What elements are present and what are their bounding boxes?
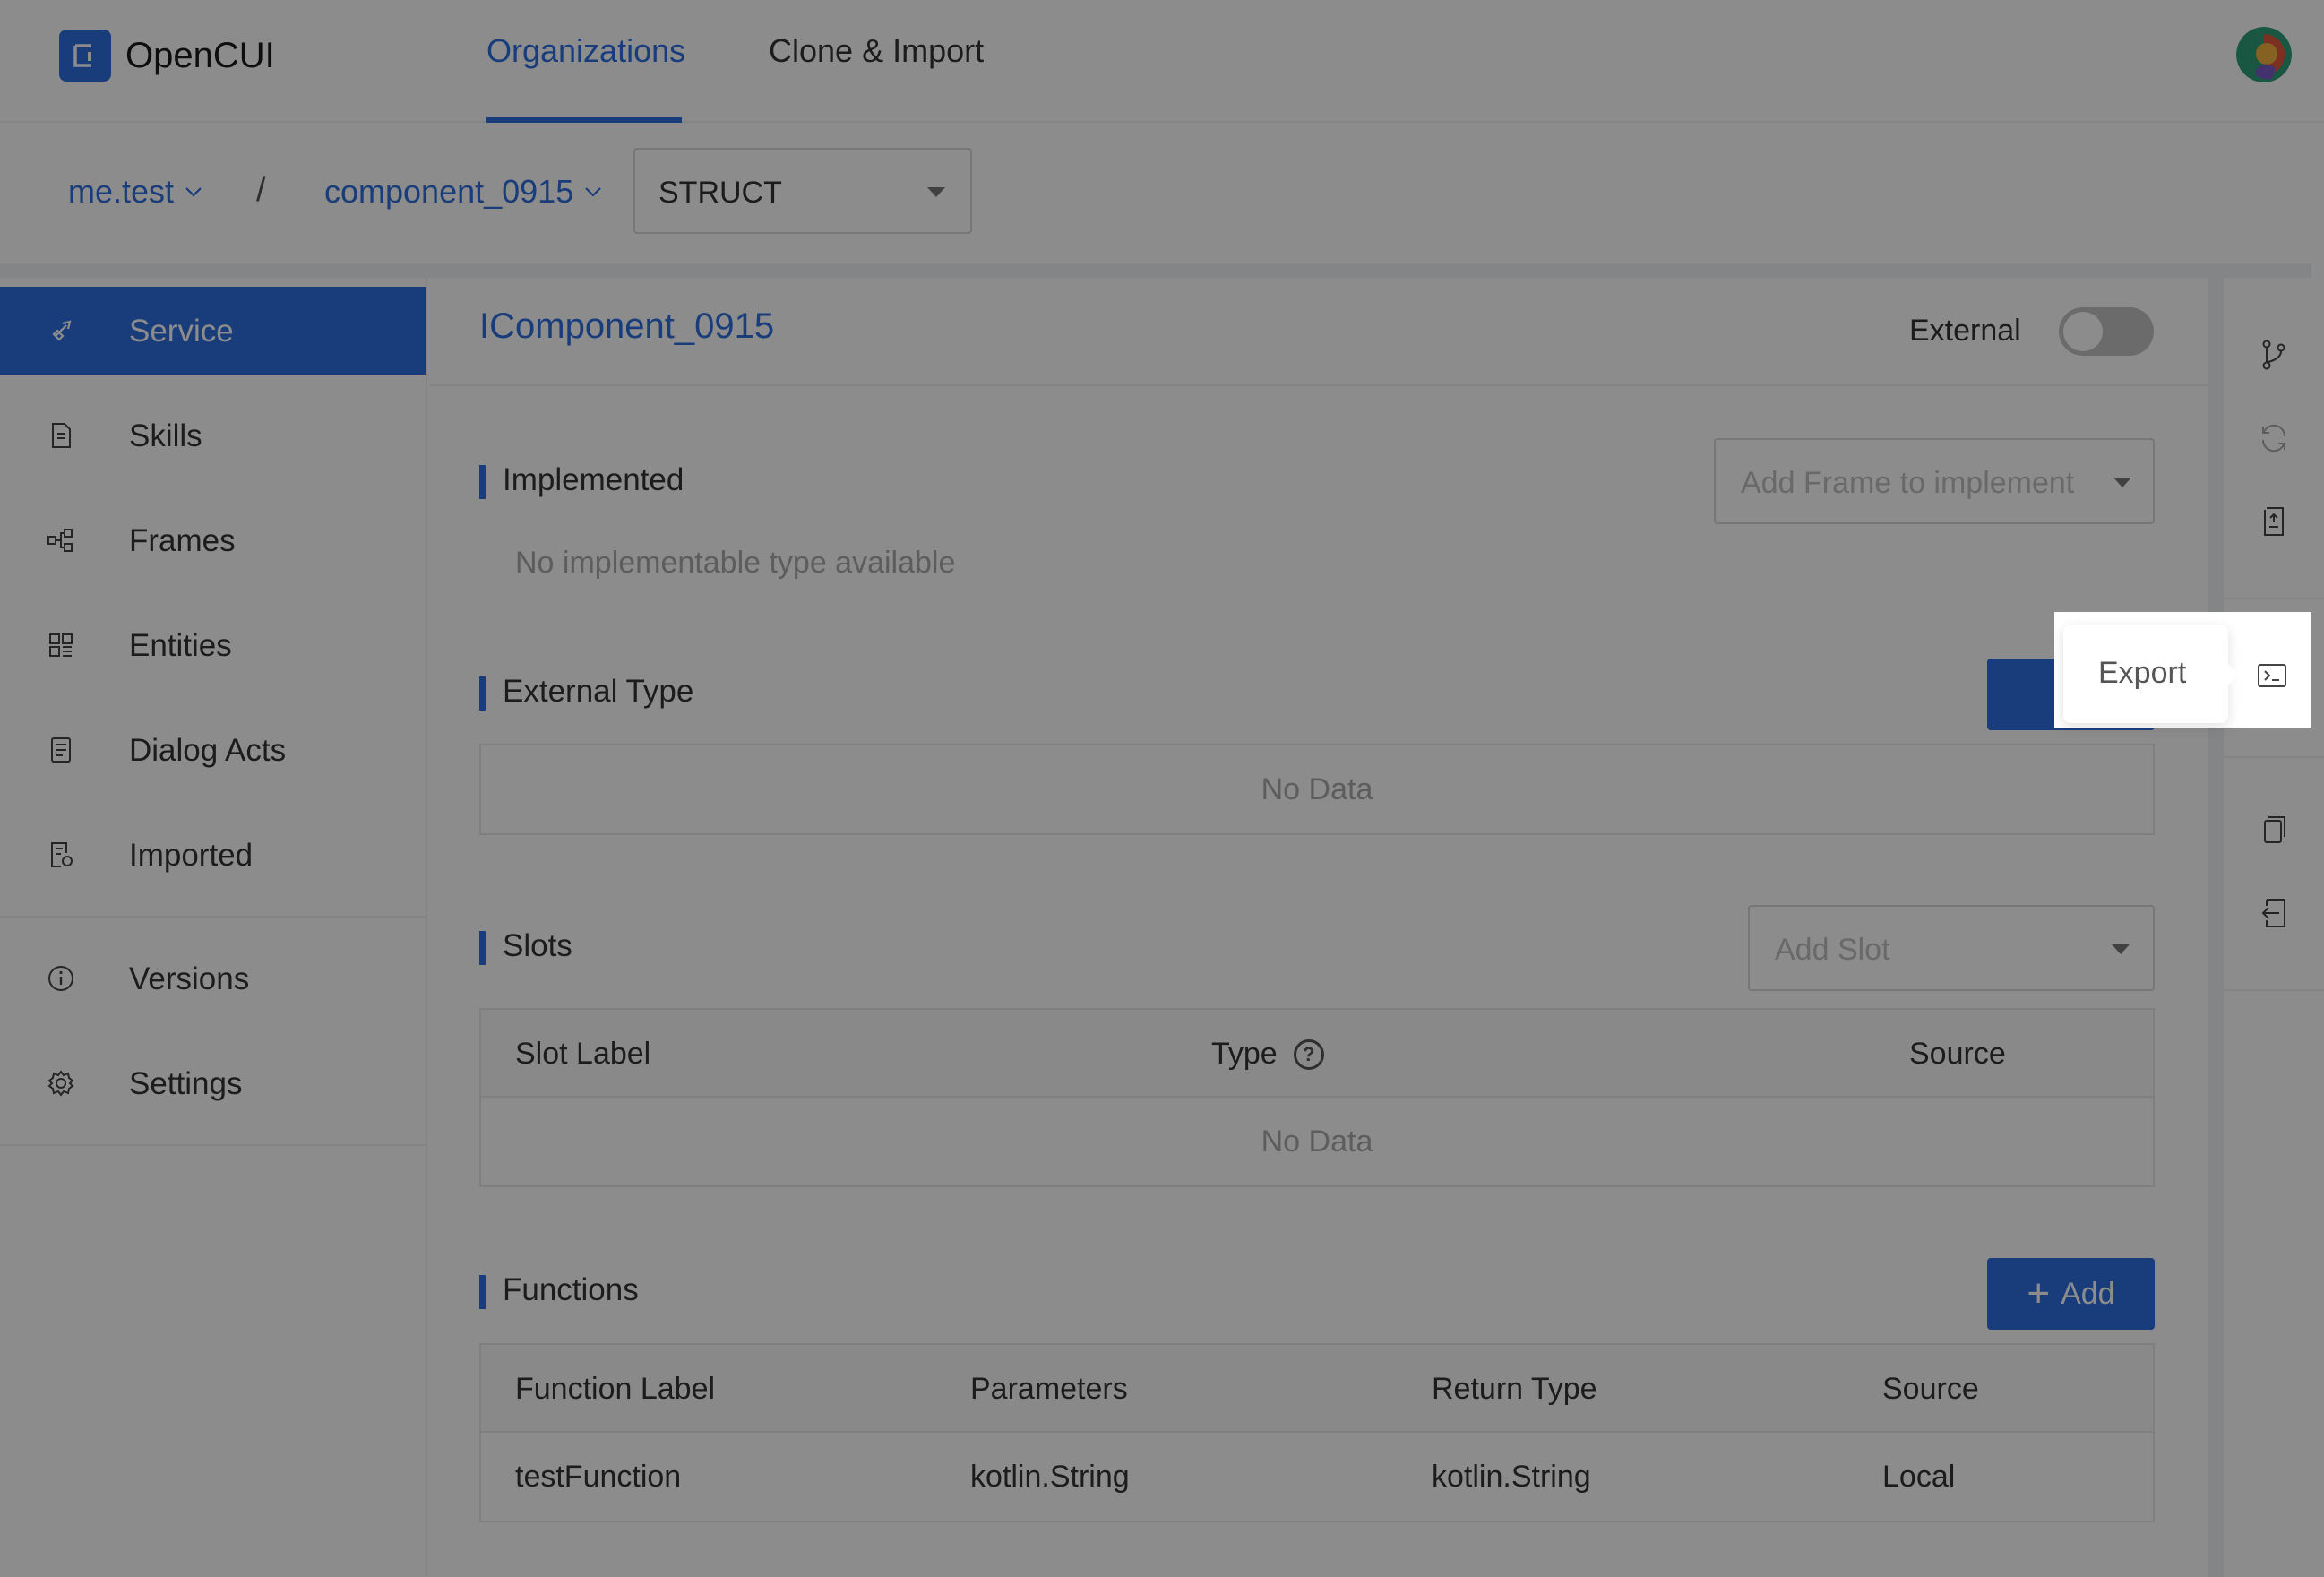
modal-overlay[interactable]	[0, 0, 2324, 1577]
tooltip-text: Export	[2098, 656, 2187, 690]
export-tooltip: Export	[2063, 625, 2239, 723]
export-icon[interactable]	[2254, 658, 2290, 694]
tooltip-arrow	[2228, 664, 2239, 685]
